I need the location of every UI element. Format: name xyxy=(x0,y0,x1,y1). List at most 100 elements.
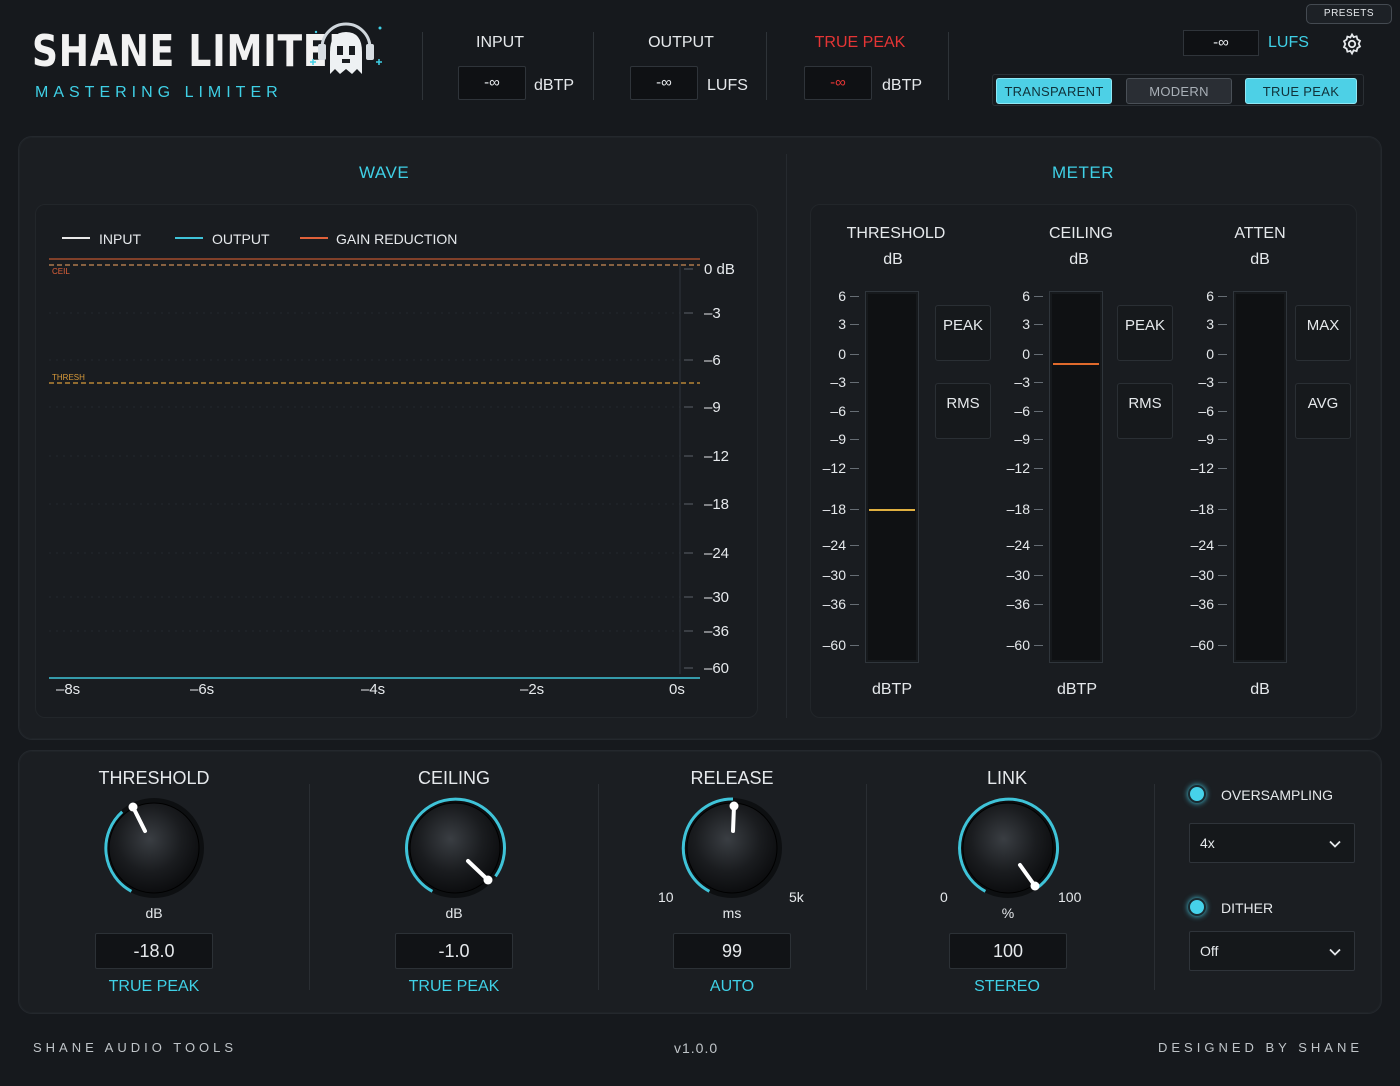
input-meter-unit: dBTP xyxy=(534,77,575,94)
meter-scale-tick xyxy=(850,545,859,546)
meter-scale-tick xyxy=(1034,545,1043,546)
threshold-unit: dB xyxy=(145,905,163,921)
gear-icon[interactable] xyxy=(1340,32,1364,56)
meter-scale-label: –18 xyxy=(822,501,846,517)
link-value-field[interactable]: 100 xyxy=(949,933,1067,969)
meter-scale-tick xyxy=(1218,296,1227,297)
meter-scale-tick xyxy=(850,468,859,469)
mode-modern-button[interactable]: MODERN xyxy=(1126,78,1232,104)
meter-scale-tick xyxy=(850,382,859,383)
meter-scale-tick xyxy=(1034,296,1043,297)
wave-y-label: –9 xyxy=(704,399,721,416)
header-divider xyxy=(948,32,949,100)
meter-scale-label: –30 xyxy=(1006,567,1030,583)
footer-version: v1.0.0 xyxy=(674,1040,719,1056)
meter-scale-tick xyxy=(1218,439,1227,440)
dither-label: DITHER xyxy=(1221,900,1274,916)
meter-scale-tick xyxy=(1218,382,1227,383)
chevron-down-icon xyxy=(1329,948,1341,956)
dither-select-value: Off xyxy=(1200,943,1219,959)
meter-scale-label: –9 xyxy=(1014,431,1030,447)
wave-x-label: –6s xyxy=(190,681,215,698)
meter-threshold-title: THRESHOLD xyxy=(846,225,946,242)
dither-toggle[interactable] xyxy=(1188,898,1206,916)
meter-scale-tick xyxy=(1218,411,1227,412)
meter-scale-tick xyxy=(1218,575,1227,576)
meter-scale-tick xyxy=(850,411,859,412)
meter-scale-tick xyxy=(1034,575,1043,576)
link-mode-label[interactable]: STEREO xyxy=(907,978,1107,996)
meter-scale-tick xyxy=(1034,645,1043,646)
ceiling-value-field[interactable]: -1.0 xyxy=(395,933,513,969)
wave-x-label: –4s xyxy=(361,681,386,698)
truepeak-meter-label: TRUE PEAK xyxy=(814,34,906,51)
meter-atten-max-button[interactable]: MAX xyxy=(1295,305,1351,361)
meter-scale-label: –9 xyxy=(1198,431,1214,447)
plugin-subtitle: MASTERING LIMITER xyxy=(35,84,283,101)
meter-scale-tick xyxy=(850,296,859,297)
wave-x-label: 0s xyxy=(669,681,685,698)
meter-scale-label: –24 xyxy=(822,537,846,553)
threshold-knob[interactable] xyxy=(99,793,209,903)
meter-ceiling-rms-button[interactable]: RMS xyxy=(1117,383,1173,439)
meter-scale-label: –30 xyxy=(822,567,846,583)
oversampling-label: OVERSAMPLING xyxy=(1221,787,1334,803)
ceiling-knob[interactable] xyxy=(400,793,510,903)
meter-ceiling-title: CEILING xyxy=(1048,225,1113,242)
ceiling-marker xyxy=(1053,363,1099,366)
meter-scale-label: –18 xyxy=(1190,501,1214,517)
release-value-field[interactable]: 99 xyxy=(673,933,791,969)
meter-scale-label: –12 xyxy=(1006,460,1030,476)
meter-ceiling-unit: dBTP xyxy=(1056,681,1097,698)
ghost-logo-icon xyxy=(310,22,382,74)
meter-scale-label: –3 xyxy=(830,374,846,390)
meter-scale-tick xyxy=(1218,545,1227,546)
meter-ceiling-peak-button[interactable]: PEAK xyxy=(1117,305,1173,361)
input-meter-value: -∞ xyxy=(458,66,526,100)
threshold-title: THRESHOLD xyxy=(98,768,210,788)
wave-y-label: –3 xyxy=(704,305,721,322)
threshold-value-field[interactable]: -18.0 xyxy=(95,933,213,969)
link-knob[interactable] xyxy=(953,793,1063,903)
link-max-label: 100 xyxy=(1058,889,1082,905)
meter-scale-label: 0 xyxy=(838,346,846,362)
dither-select[interactable]: Off xyxy=(1189,931,1355,971)
meter-scale-tick xyxy=(1218,509,1227,510)
controls-divider xyxy=(1154,784,1155,990)
meter-threshold-rms-button[interactable]: RMS xyxy=(935,383,991,439)
release-knob[interactable] xyxy=(677,793,787,903)
ceiling-mode-label[interactable]: TRUE PEAK xyxy=(354,978,554,996)
mode-transparent-button[interactable]: TRANSPARENT xyxy=(996,78,1112,104)
meter-scale-tick xyxy=(1218,645,1227,646)
meter-scale-label: –60 xyxy=(1006,637,1030,653)
meter-scale-tick xyxy=(850,439,859,440)
footer-brand: SHANE AUDIO TOOLS xyxy=(33,1040,238,1055)
meter-scale-tick xyxy=(1034,354,1043,355)
oversampling-select[interactable]: 4x xyxy=(1189,823,1355,863)
header-divider xyxy=(766,32,767,100)
meter-scale-label: 3 xyxy=(838,316,846,332)
meter-scale-label: –24 xyxy=(1006,537,1030,553)
release-mode-label[interactable]: AUTO xyxy=(632,978,832,996)
oversampling-toggle[interactable] xyxy=(1188,785,1206,803)
meter-scale-label: 0 xyxy=(1206,346,1214,362)
meter-threshold-bar xyxy=(865,291,919,663)
mode-truepeak-button[interactable]: TRUE PEAK xyxy=(1245,78,1357,104)
wave-y-label: –30 xyxy=(704,589,730,606)
meter-scale-label: –36 xyxy=(822,596,846,612)
meter-atten-avg-button[interactable]: AVG xyxy=(1295,383,1351,439)
meter-scale-label: –30 xyxy=(1190,567,1214,583)
meter-scale-tick xyxy=(1034,604,1043,605)
wave-y-label: –24 xyxy=(704,545,730,562)
meter-scale-tick xyxy=(1034,468,1043,469)
release-unit: ms xyxy=(722,905,742,921)
presets-button[interactable]: PRESETS xyxy=(1306,4,1392,24)
meter-scale-label: –6 xyxy=(1014,403,1030,419)
release-min-label: 10 xyxy=(658,889,674,905)
meter-scale-tick xyxy=(1218,468,1227,469)
controls-divider xyxy=(866,784,867,990)
meter-scale-tick xyxy=(1034,509,1043,510)
meter-threshold-peak-button[interactable]: PEAK xyxy=(935,305,991,361)
meter-scale-label: –12 xyxy=(1190,460,1214,476)
threshold-mode-label[interactable]: TRUE PEAK xyxy=(54,978,254,996)
